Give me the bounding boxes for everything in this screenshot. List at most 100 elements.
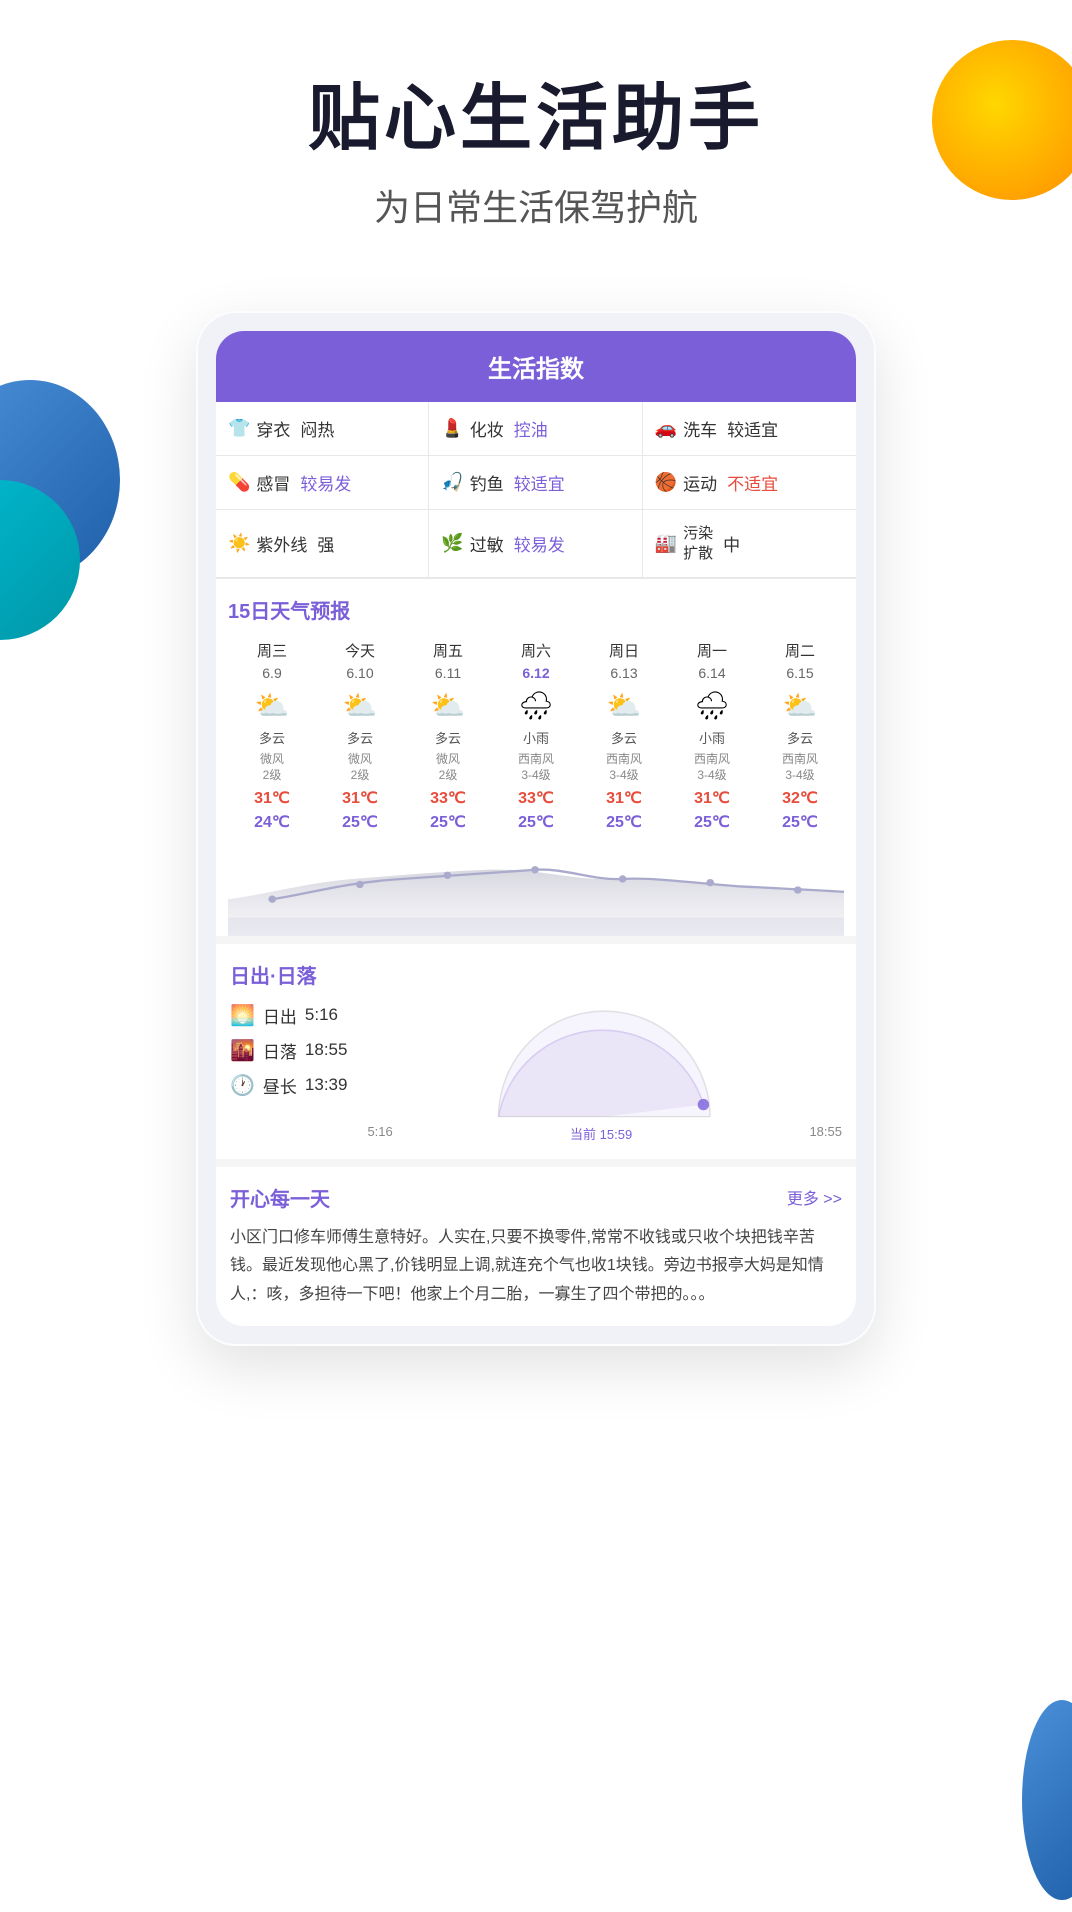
sunset-label: 日落 <box>263 1038 297 1063</box>
temp-chart-svg <box>228 844 844 936</box>
forecast-col-1: 周三 6.9 ⛅ 多云 微风2级 31℃ 24℃ <box>228 636 316 835</box>
phone-inner: 生活指数 👕 穿衣 闷热 💄 化妆 控油 🚗 洗车 较适宜 <box>216 331 856 1326</box>
allergy-label: 过敏 <box>470 531 504 556</box>
life-index-cell-carwash: 🚗 洗车 较适宜 <box>643 402 856 456</box>
deco-blue2-circle <box>1022 1700 1072 1900</box>
forecast-weather-6: 小雨 <box>699 730 725 748</box>
forecast-icon-5: ⛅ <box>607 689 642 722</box>
daylength-label: 昼长 <box>263 1073 297 1098</box>
carwash-label: 洗车 <box>683 416 717 441</box>
sun-section: 日出·日落 🌅 日出 5:16 🌇 日落 18:55 <box>216 936 856 1159</box>
cold-value: 较易发 <box>300 470 351 495</box>
life-index-cell-uv: ☀️ 紫外线 强 <box>216 510 429 578</box>
carwash-icon: 🚗 <box>655 418 677 439</box>
cold-label: 感冒 <box>256 470 290 495</box>
cold-icon: 💊 <box>228 472 250 493</box>
fishing-icon: 🎣 <box>441 472 463 493</box>
chart-dot-5 <box>619 875 627 882</box>
forecast-low-1: 24℃ <box>254 812 290 832</box>
forecast-col-5: 周日 6.13 ⛅ 多云 西南风3-4级 31℃ 25℃ <box>580 636 668 835</box>
forecast-day-5: 周日 <box>609 640 639 661</box>
happy-more-link[interactable]: 更多 >> <box>787 1185 842 1209</box>
forecast-col-6: 周一 6.14 🌧 小雨 西南风3-4级 31℃ 25℃ <box>668 636 756 835</box>
life-index-grid: 👕 穿衣 闷热 💄 化妆 控油 🚗 洗车 较适宜 💊 感冒 <box>216 402 856 579</box>
sunset-time: 18:55 <box>305 1040 348 1060</box>
happy-content: 小区门口修车师傅生意特好。人实在,只要不换零件,常常不收钱或只收个块把钱辛苦钱。… <box>230 1224 842 1310</box>
forecast-title: 15日天气预报 <box>228 595 844 624</box>
forecast-icon-7: ⛅ <box>783 689 818 722</box>
forecast-date-5: 6.13 <box>610 665 637 681</box>
life-index-cell-pollution: 🏭 污染扩散 中 <box>643 510 856 578</box>
sun-title: 日出·日落 <box>230 960 842 989</box>
fishing-value: 较适宜 <box>514 470 565 495</box>
sun-arc-labels: 5:16 当前 15:59 18:55 <box>367 1124 842 1143</box>
life-index-cell-clothing: 👕 穿衣 闷热 <box>216 402 429 456</box>
life-index-header: 生活指数 <box>216 331 856 402</box>
daylength-row: 🕐 昼长 13:39 <box>230 1073 347 1098</box>
forecast-date-7: 6.15 <box>786 665 813 681</box>
forecast-wind-2: 微风2级 <box>348 752 372 783</box>
forecast-icon-6: 🌧 <box>694 689 730 722</box>
forecast-weather-5: 多云 <box>611 730 637 748</box>
life-index-cell-cold: 💊 感冒 较易发 <box>216 456 429 510</box>
forecast-scroll[interactable]: 周三 6.9 ⛅ 多云 微风2级 31℃ 24℃ 今天 6.10 ⛅ <box>228 636 844 835</box>
forecast-day-6: 周一 <box>697 640 727 661</box>
forecast-col-2: 今天 6.10 ⛅ 多云 微风2级 31℃ 25℃ <box>316 636 404 835</box>
forecast-low-5: 25℃ <box>606 812 642 832</box>
exercise-value: 不适宜 <box>727 470 778 495</box>
carwash-value: 较适宜 <box>727 416 778 441</box>
forecast-col-4: 周六 6.12 🌧 小雨 西南风3-4级 33℃ 25℃ <box>492 636 580 835</box>
forecast-grid: 周三 6.9 ⛅ 多云 微风2级 31℃ 24℃ 今天 6.10 ⛅ <box>228 636 844 835</box>
pollution-label: 污染扩散 <box>683 524 713 563</box>
chart-dot-4 <box>531 866 539 873</box>
sunrise-icon: 🌅 <box>230 1003 255 1028</box>
forecast-day-1: 周三 <box>257 640 287 661</box>
exercise-icon: 🏀 <box>655 472 677 493</box>
forecast-high-5: 31℃ <box>606 788 642 808</box>
chart-bottom <box>228 917 844 935</box>
life-index-cell-fishing: 🎣 钓鱼 较适宜 <box>429 456 642 510</box>
forecast-high-3: 33℃ <box>430 788 466 808</box>
arc-full-fill <box>499 1011 710 1117</box>
forecast-high-6: 31℃ <box>694 788 730 808</box>
forecast-weather-2: 多云 <box>347 730 373 748</box>
makeup-icon: 💄 <box>441 418 463 439</box>
sunset-icon: 🌇 <box>230 1038 255 1063</box>
forecast-icon-3: ⛅ <box>431 689 466 722</box>
life-index-title: 生活指数 <box>488 356 584 383</box>
pollution-icon: 🏭 <box>655 533 677 554</box>
makeup-label: 化妆 <box>470 416 504 441</box>
forecast-col-3: 周五 6.11 ⛅ 多云 微风2级 33℃ 25℃ <box>404 636 492 835</box>
phone-container: 生活指数 👕 穿衣 闷热 💄 化妆 控油 🚗 洗车 较适宜 <box>0 271 1072 1346</box>
sunrise-label: 日出 <box>263 1003 297 1028</box>
forecast-day-4: 周六 <box>521 640 551 661</box>
forecast-weather-4: 小雨 <box>523 730 549 748</box>
chart-dot-2 <box>356 880 364 887</box>
forecast-weather-3: 多云 <box>435 730 461 748</box>
sun-arc-svg <box>367 1003 842 1133</box>
forecast-wind-5: 西南风3-4级 <box>606 752 642 783</box>
hero-title: 贴心生活助手 <box>40 80 1032 159</box>
forecast-icon-1: ⛅ <box>255 689 290 722</box>
forecast-weather-1: 多云 <box>259 730 285 748</box>
forecast-high-4: 33℃ <box>518 788 554 808</box>
forecast-low-6: 25℃ <box>694 812 730 832</box>
forecast-col-7: 周二 6.15 ⛅ 多云 西南风3-4级 32℃ 25℃ <box>756 636 844 835</box>
forecast-day-7: 周二 <box>785 640 815 661</box>
arc-current-label: 当前 15:59 <box>570 1124 632 1143</box>
sun-arc-container: 5:16 当前 15:59 18:55 <box>367 1003 842 1143</box>
forecast-date-2: 6.10 <box>346 665 373 681</box>
forecast-date-6: 6.14 <box>698 665 725 681</box>
forecast-date-4: 6.12 <box>522 665 549 681</box>
forecast-wind-6: 西南风3-4级 <box>694 752 730 783</box>
arc-end-label: 18:55 <box>809 1124 842 1143</box>
chart-dot-6 <box>706 879 714 886</box>
clothing-label: 穿衣 <box>256 416 290 441</box>
happy-section: 开心每一天 更多 >> 小区门口修车师傅生意特好。人实在,只要不换零件,常常不收… <box>216 1159 856 1326</box>
forecast-low-7: 25℃ <box>782 812 818 832</box>
phone-mockup: 生活指数 👕 穿衣 闷热 💄 化妆 控油 🚗 洗车 较适宜 <box>196 311 876 1346</box>
makeup-value: 控油 <box>514 416 548 441</box>
forecast-low-2: 25℃ <box>342 812 378 832</box>
arc-start-label: 5:16 <box>367 1124 392 1143</box>
clothing-value: 闷热 <box>300 416 334 441</box>
